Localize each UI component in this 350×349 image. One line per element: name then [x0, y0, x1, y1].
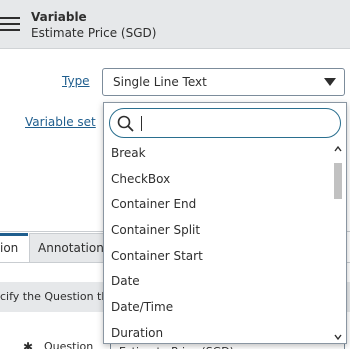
option-container-split[interactable]: Container Split	[104, 218, 332, 244]
type-select-value: Single Line Text	[113, 75, 207, 89]
scrollbar-thumb[interactable]	[334, 163, 342, 199]
type-dropdown-panel: Break CheckBox Container End Container S…	[103, 102, 347, 344]
tab-annotation[interactable]: Annotation	[29, 233, 105, 263]
caret-down-icon	[324, 78, 336, 86]
info-message-text: cify the Question th	[0, 290, 109, 303]
page-header: Variable Estimate Price (SGD)	[0, 0, 350, 49]
tab-question[interactable]: ion	[0, 233, 28, 263]
record-type-title: Variable	[31, 10, 87, 24]
type-select[interactable]: Single Line Text	[102, 68, 345, 96]
option-duration[interactable]: Duration	[104, 321, 332, 343]
scroll-down-icon[interactable]	[334, 333, 342, 341]
search-icon	[117, 115, 134, 132]
record-name-subtitle: Estimate Price (SGD)	[31, 26, 157, 40]
dropdown-search-input[interactable]	[109, 108, 341, 138]
option-container-start[interactable]: Container Start	[104, 244, 332, 270]
question-label: Question	[44, 340, 94, 349]
option-date-time[interactable]: Date/Time	[104, 295, 332, 321]
text-cursor	[141, 116, 142, 131]
variable-set-label-link[interactable]: Variable set	[25, 115, 96, 129]
option-container-end[interactable]: Container End	[104, 192, 332, 218]
option-checkbox[interactable]: CheckBox	[104, 167, 332, 193]
scroll-up-icon[interactable]	[334, 145, 342, 153]
type-label-link[interactable]: Type	[62, 74, 90, 88]
dropdown-scrollbar[interactable]	[332, 145, 344, 341]
dropdown-options-list: Break CheckBox Container End Container S…	[104, 141, 332, 343]
option-break[interactable]: Break	[104, 141, 332, 167]
option-date[interactable]: Date	[104, 269, 332, 295]
mandatory-asterisk-icon: ✱	[23, 340, 34, 349]
hamburger-icon[interactable]	[0, 17, 20, 33]
